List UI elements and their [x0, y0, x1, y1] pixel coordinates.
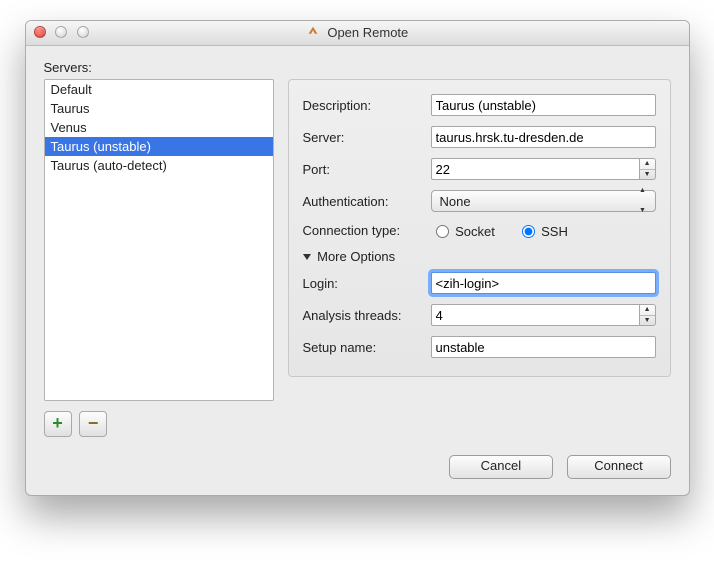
- chevron-updown-icon: ▲▼: [635, 192, 651, 210]
- description-label: Description:: [303, 98, 431, 113]
- authentication-value: None: [440, 194, 471, 209]
- more-options-toggle[interactable]: More Options: [303, 249, 656, 264]
- server-list-item[interactable]: Venus: [45, 118, 273, 137]
- server-list-item[interactable]: Taurus (auto-detect): [45, 156, 273, 175]
- analysis-threads-step-down[interactable]: ▼: [640, 316, 655, 326]
- server-details-panel: Description: Server: Port:: [288, 79, 671, 377]
- server-list-item[interactable]: Taurus: [45, 99, 273, 118]
- zoom-window-button[interactable]: [77, 26, 89, 38]
- setup-name-input[interactable]: [431, 336, 656, 358]
- app-icon: [306, 23, 320, 37]
- window-controls: [34, 26, 95, 41]
- dialog-footer: Cancel Connect: [44, 455, 671, 479]
- window-title-text: Open Remote: [327, 25, 408, 40]
- authentication-select[interactable]: None ▲▼: [431, 190, 656, 212]
- authentication-label: Authentication:: [303, 194, 431, 209]
- setup-name-label: Setup name:: [303, 340, 431, 355]
- server-listbox[interactable]: DefaultTaurusVenusTaurus (unstable)Tauru…: [44, 79, 274, 401]
- connection-type-ssh-label: SSH: [541, 224, 568, 239]
- server-label: Server:: [303, 130, 431, 145]
- window-title: Open Remote: [26, 21, 689, 45]
- connection-type-group: Socket SSH: [431, 222, 656, 239]
- open-remote-window: Open Remote Servers: DefaultTaurusVenusT…: [25, 20, 690, 496]
- minimize-window-button[interactable]: [55, 26, 67, 38]
- port-label: Port:: [303, 162, 431, 177]
- dialog-body: Servers: DefaultTaurusVenusTaurus (unsta…: [26, 46, 689, 495]
- port-input[interactable]: [431, 158, 639, 180]
- add-server-button[interactable]: +: [44, 411, 72, 437]
- server-list-item[interactable]: Taurus (unstable): [45, 137, 273, 156]
- more-options-label: More Options: [317, 249, 395, 264]
- analysis-threads-label: Analysis threads:: [303, 308, 431, 323]
- server-list-item[interactable]: Default: [45, 80, 273, 99]
- login-label: Login:: [303, 276, 431, 291]
- disclosure-triangle-icon: [303, 254, 311, 260]
- analysis-threads-stepper[interactable]: ▲ ▼: [639, 304, 656, 326]
- analysis-threads-step-up[interactable]: ▲: [640, 305, 655, 316]
- remove-server-button[interactable]: −: [79, 411, 107, 437]
- close-window-button[interactable]: [34, 26, 46, 38]
- connection-type-ssh[interactable]: SSH: [517, 224, 568, 239]
- port-step-down[interactable]: ▼: [640, 170, 655, 180]
- description-input[interactable]: [431, 94, 656, 116]
- server-input[interactable]: [431, 126, 656, 148]
- connection-type-label: Connection type:: [303, 223, 431, 238]
- server-list-buttons: + −: [44, 411, 274, 437]
- servers-label: Servers:: [44, 60, 671, 75]
- port-step-up[interactable]: ▲: [640, 159, 655, 170]
- login-input[interactable]: [431, 272, 656, 294]
- connect-button[interactable]: Connect: [567, 455, 671, 479]
- analysis-threads-input[interactable]: [431, 304, 639, 326]
- connection-type-socket[interactable]: Socket: [431, 224, 499, 239]
- connection-type-socket-radio[interactable]: [436, 225, 449, 238]
- connection-type-ssh-radio[interactable]: [522, 225, 535, 238]
- connection-type-socket-label: Socket: [455, 224, 495, 239]
- cancel-button[interactable]: Cancel: [449, 455, 553, 479]
- titlebar: Open Remote: [26, 21, 689, 46]
- port-stepper[interactable]: ▲ ▼: [639, 158, 656, 180]
